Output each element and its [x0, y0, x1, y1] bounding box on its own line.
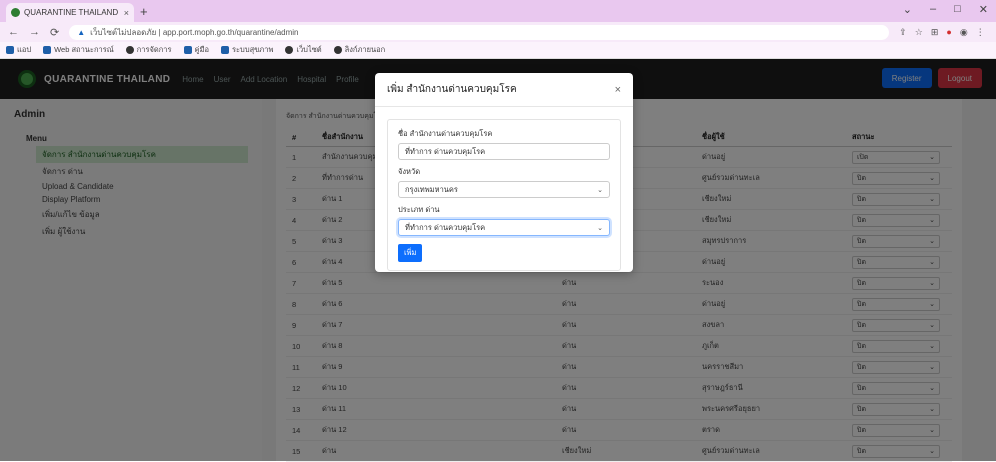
url-text: เว็บไซต์ไม่ปลอดภัย | app.port.moph.go.th… — [90, 27, 299, 37]
form-card: ชื่อ สำนักงานด่านควบคุมโรค ที่ทำการ ด่าน… — [387, 119, 621, 271]
address-bar[interactable]: ▲ เว็บไซต์ไม่ปลอดภัย | app.port.moph.go.… — [69, 24, 890, 40]
office-name-value: ที่ทำการ ด่านควบคุมโรค — [405, 146, 486, 156]
extensions-area: ⇪ ☆ ⊞ ● ◉ ⋮ — [899, 27, 984, 38]
close-icon[interactable]: × — [615, 84, 621, 96]
reload-icon[interactable]: ⟳ — [50, 26, 59, 39]
warning-icon: ▲ — [77, 27, 86, 37]
bookmark-icon — [333, 46, 342, 54]
forward-arrow-icon[interactable]: → — [29, 26, 40, 38]
add-office-modal: เพิ่ม สำนักงานด่านควบคุมโรค × ชื่อ สำนัก… — [375, 73, 633, 272]
share-icon[interactable]: ⇪ — [899, 27, 907, 38]
menu-icon[interactable]: ⋮ — [976, 27, 985, 38]
bookmark-item[interactable]: คู่มือ — [183, 44, 209, 56]
bookmark-icon — [221, 46, 229, 54]
maximize-button[interactable]: □ — [954, 3, 961, 16]
minimize-button[interactable]: – — [930, 3, 936, 16]
browser-navbar: ← → ⟳ ▲ เว็บไซต์ไม่ปลอดภัย | app.port.mo… — [0, 22, 996, 42]
puzzle-icon[interactable]: ⊞ — [931, 27, 939, 38]
type-label: ประเภท ด่าน — [398, 205, 440, 214]
bookmark-item[interactable]: Web สถานะการณ์ — [43, 44, 114, 56]
github-icon — [125, 46, 134, 54]
type-select[interactable]: ที่ทำการ ด่านควบคุมโรค ⌄ — [398, 219, 610, 236]
bookmark-icon — [285, 46, 294, 54]
new-tab-button[interactable]: + — [140, 4, 148, 19]
tab-close-icon[interactable]: × — [124, 8, 129, 18]
star-icon[interactable]: ☆ — [915, 27, 923, 38]
apps-icon — [6, 46, 14, 54]
office-name-input[interactable]: ที่ทำการ ด่านควบคุมโรค — [398, 143, 610, 160]
province-value: กรุงเทพมหานคร — [405, 184, 458, 194]
site-favicon-icon — [11, 8, 20, 17]
add-button[interactable]: เพิ่ม — [398, 244, 423, 262]
modal-body: ชื่อ สำนักงานด่านควบคุมโรค ที่ทำการ ด่าน… — [375, 107, 633, 283]
modal-header: เพิ่ม สำนักงานด่านควบคุมโรค × — [375, 73, 633, 107]
browser-tab[interactable]: QUARANTINE THAILAND - ระบบ × — [6, 3, 134, 22]
bookmark-item[interactable]: ระบบสุขภาพ — [221, 44, 273, 56]
browser-tabbar: QUARANTINE THAILAND - ระบบ × + ⌄ – □ ✕ — [0, 0, 996, 22]
office-name-label: ชื่อ สำนักงานด่านควบคุมโรค — [398, 129, 493, 138]
province-label: จังหวัด — [398, 167, 421, 176]
bookmark-item[interactable]: แอป — [6, 44, 31, 56]
tab-title: QUARANTINE THAILAND - ระบบ — [24, 8, 120, 17]
bookmark-icon — [183, 46, 192, 54]
bookmark-item[interactable]: การจัดการ — [125, 44, 172, 56]
extension-icon[interactable]: ● — [946, 27, 951, 38]
profile-icon[interactable]: ◉ — [960, 27, 968, 38]
chevron-down-icon[interactable]: ⌄ — [903, 3, 912, 16]
back-arrow-icon[interactable]: ← — [8, 26, 19, 38]
type-value: ที่ทำการ ด่านควบคุมโรค — [405, 222, 486, 232]
bookmark-item[interactable]: เว็บไซต์ — [285, 44, 322, 56]
modal-title: เพิ่ม สำนักงานด่านควบคุมโรค — [387, 84, 517, 95]
chevron-down-icon: ⌄ — [597, 224, 603, 232]
window-controls: ⌄ – □ ✕ — [903, 3, 988, 16]
province-select[interactable]: กรุงเทพมหานคร ⌄ — [398, 181, 610, 198]
bookmark-icon — [43, 46, 52, 54]
close-window-button[interactable]: ✕ — [979, 3, 988, 16]
bookmark-item[interactable]: ลิงก์ภายนอก — [333, 44, 385, 56]
chevron-down-icon: ⌄ — [597, 186, 603, 194]
bookmarks-bar: แอป Web สถานะการณ์ การจัดการ คู่มือ ระบบ… — [0, 42, 996, 59]
